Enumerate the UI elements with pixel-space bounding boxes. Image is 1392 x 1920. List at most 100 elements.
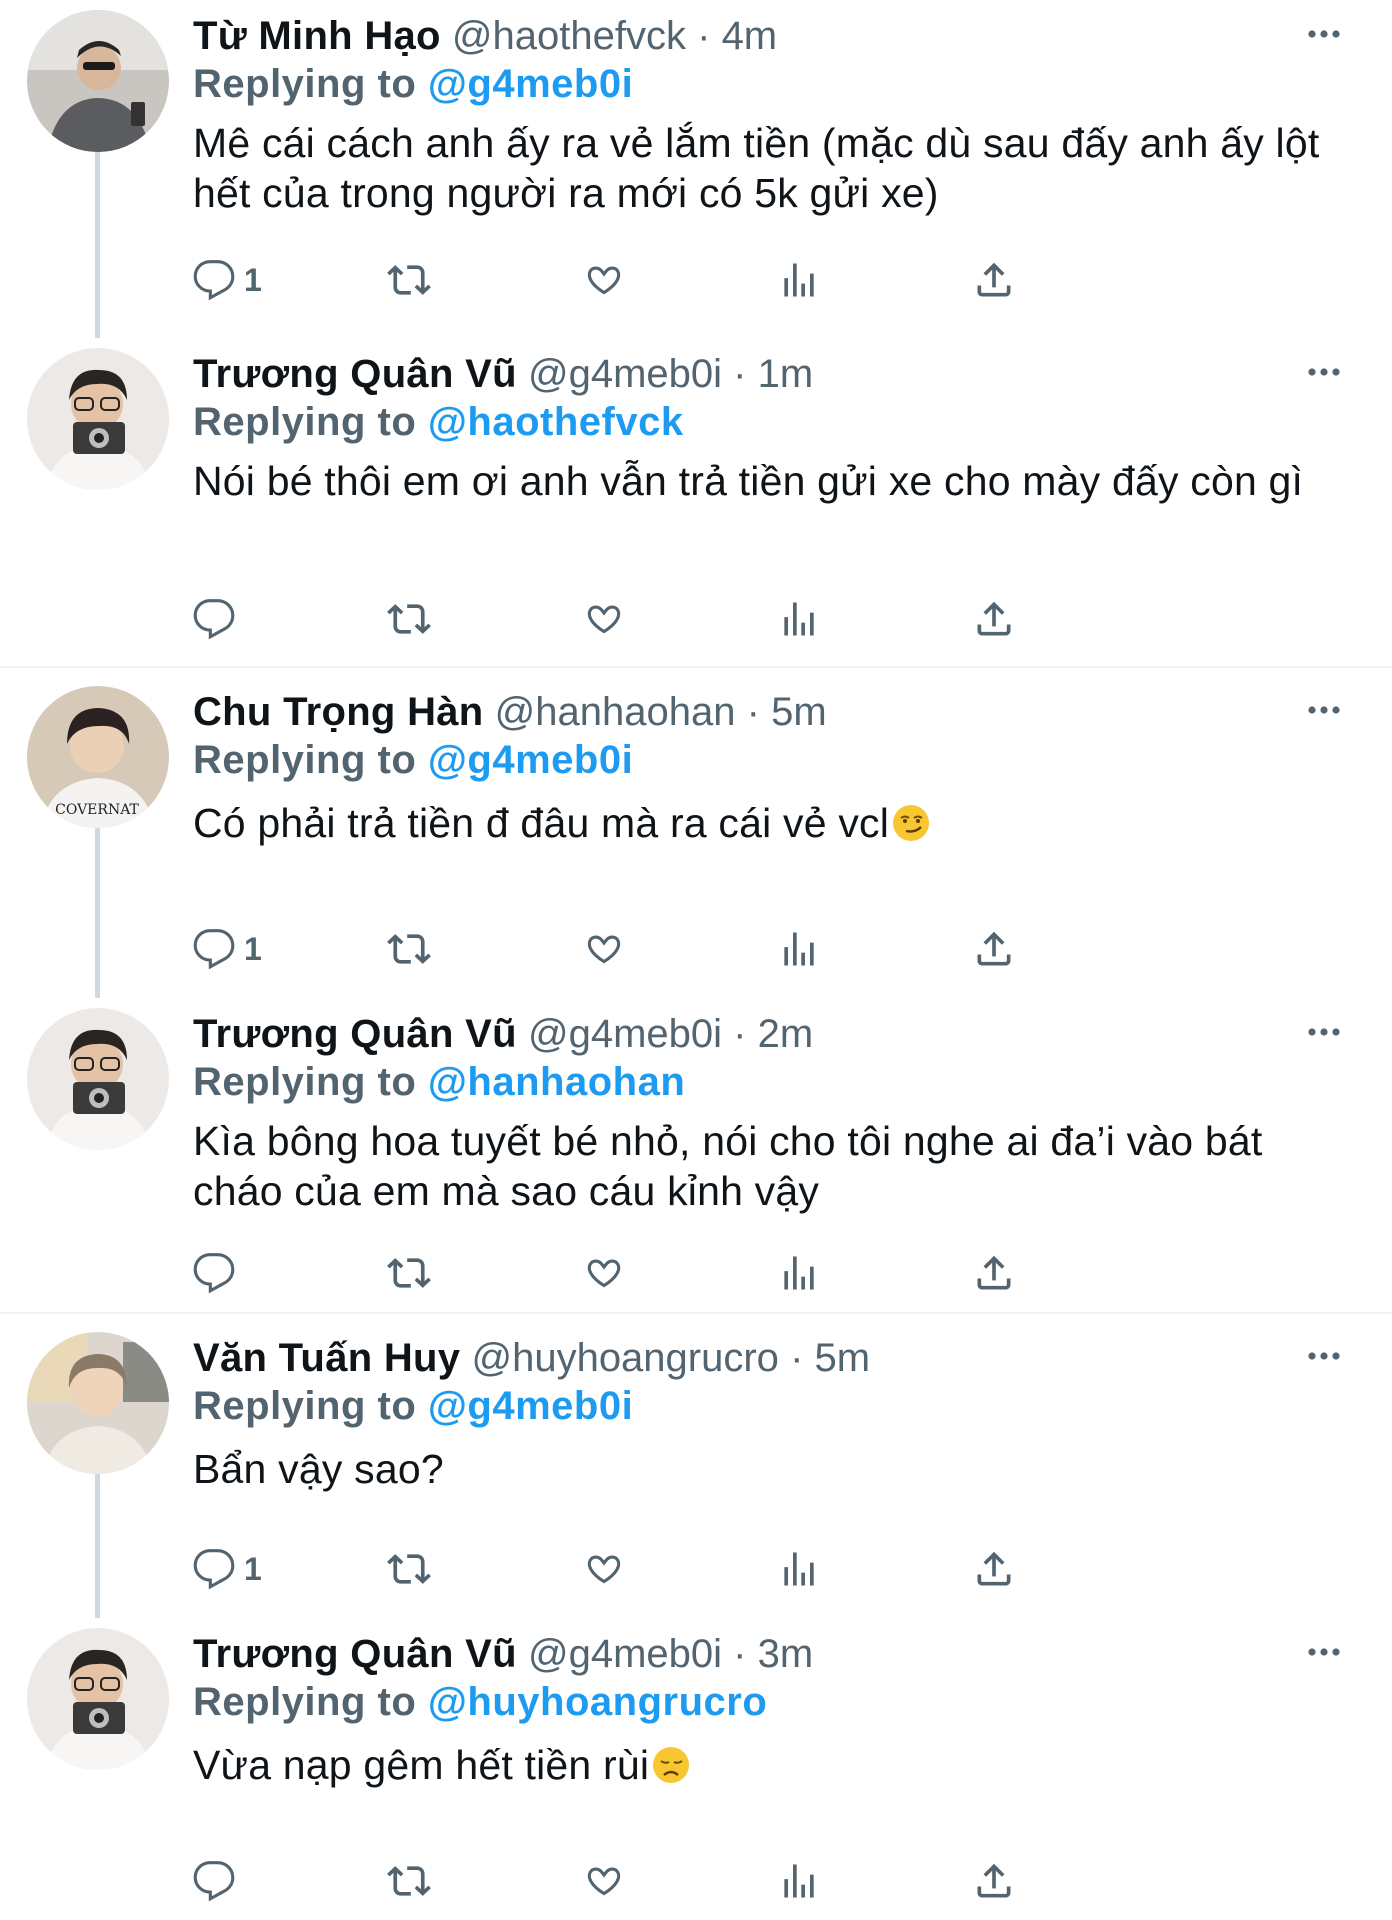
display-name[interactable]: Văn Tuấn Huy <box>193 1336 460 1380</box>
timestamp[interactable]: 5m <box>771 690 827 734</box>
replying-to-handle[interactable]: @haothefvck <box>428 400 684 444</box>
retweet-button[interactable] <box>387 1248 431 1298</box>
share-button[interactable] <box>972 594 1016 644</box>
timestamp[interactable]: 4m <box>722 14 778 58</box>
display-name[interactable]: Chu Trọng Hàn <box>193 690 484 734</box>
reply-button[interactable]: 1 <box>192 1544 262 1594</box>
avatar[interactable] <box>27 1008 169 1150</box>
more-icon[interactable] <box>1304 352 1344 392</box>
like-icon <box>582 258 626 302</box>
tweet-3[interactable]: COVERNAT Chu Trọng Hàn @hanhaohan · 5m R… <box>0 676 1392 998</box>
avatar[interactable] <box>27 1628 169 1770</box>
views-button[interactable] <box>777 1248 821 1298</box>
share-icon <box>972 258 1016 302</box>
tweet-1[interactable]: Từ Minh Hạo @haothefvck · 4m Replying to… <box>0 0 1392 338</box>
avatar[interactable] <box>27 348 169 490</box>
user-handle[interactable]: @g4meb0i <box>528 1012 722 1056</box>
like-button[interactable] <box>582 924 626 974</box>
tweet-text-content: Có phải trả tiền đ đâu mà ra cái vẻ vcl <box>193 800 890 846</box>
display-name[interactable]: Từ Minh Hạo <box>193 14 441 58</box>
timestamp[interactable]: 1m <box>758 352 814 396</box>
user-handle[interactable]: @hanhaohan <box>495 690 736 734</box>
replying-to-handle[interactable]: @huyhoangrucro <box>428 1680 767 1724</box>
more-icon[interactable] <box>1304 690 1344 730</box>
views-button[interactable] <box>777 594 821 644</box>
tweet-text-content: Mê cái cách anh ấy ra vẻ lắm tiền (mặc d… <box>193 120 1320 216</box>
reply-button[interactable] <box>192 1248 244 1298</box>
replying-to-label: Replying to <box>193 1384 417 1428</box>
like-button[interactable] <box>582 594 626 644</box>
views-button[interactable] <box>777 1856 821 1906</box>
tweet-text: Kìa bông hoa tuyết bé nhỏ, nói cho tôi n… <box>193 1116 1343 1216</box>
views-icon <box>777 1859 821 1903</box>
share-icon <box>972 1547 1016 1591</box>
retweet-icon <box>387 258 431 302</box>
user-handle[interactable]: @g4meb0i <box>528 1632 722 1676</box>
retweet-button[interactable] <box>387 1544 431 1594</box>
more-icon[interactable] <box>1304 1632 1344 1672</box>
separator-dot: · <box>733 1632 747 1676</box>
timestamp[interactable]: 3m <box>758 1632 814 1676</box>
thread-divider <box>0 666 1392 668</box>
like-button[interactable] <box>582 1856 626 1906</box>
views-icon <box>777 1547 821 1591</box>
more-icon[interactable] <box>1304 14 1344 54</box>
tweet-header: Văn Tuấn Huy @huyhoangrucro · 5m <box>193 1334 870 1382</box>
timestamp[interactable]: 5m <box>815 1336 871 1380</box>
user-handle[interactable]: @g4meb0i <box>528 352 722 396</box>
retweet-icon <box>387 1547 431 1591</box>
share-button[interactable] <box>972 255 1016 305</box>
separator-dot: · <box>733 1012 747 1056</box>
share-icon <box>972 597 1016 641</box>
views-button[interactable] <box>777 255 821 305</box>
reply-icon <box>192 1547 236 1591</box>
tweet-header: Trương Quân Vũ @g4meb0i · 1m <box>193 350 813 398</box>
reply-button[interactable] <box>192 1856 244 1906</box>
more-icon[interactable] <box>1304 1012 1344 1052</box>
share-button[interactable] <box>972 1248 1016 1298</box>
display-name[interactable]: Trương Quân Vũ <box>193 352 517 396</box>
action-bar: 1 <box>192 924 1212 974</box>
more-icon[interactable] <box>1304 1336 1344 1376</box>
replying-to-handle[interactable]: @g4meb0i <box>428 738 633 782</box>
views-icon <box>777 927 821 971</box>
views-button[interactable] <box>777 1544 821 1594</box>
like-button[interactable] <box>582 1248 626 1298</box>
display-name[interactable]: Trương Quân Vũ <box>193 1632 517 1676</box>
tweet-6[interactable]: Trương Quân Vũ @g4meb0i · 3m Replying to… <box>0 1618 1392 1920</box>
avatar[interactable] <box>27 1332 169 1474</box>
tweet-5[interactable]: Văn Tuấn Huy @huyhoangrucro · 5m Replyin… <box>0 1322 1392 1618</box>
user-handle[interactable]: @haothefvck <box>452 14 686 58</box>
replying-to-handle[interactable]: @g4meb0i <box>428 1384 633 1428</box>
avatar[interactable] <box>27 10 169 152</box>
reply-button[interactable] <box>192 594 244 644</box>
user-handle[interactable]: @huyhoangrucro <box>471 1336 778 1380</box>
replying-to-handle[interactable]: @hanhaohan <box>428 1060 685 1104</box>
tweet-4[interactable]: Trương Quân Vũ @g4meb0i · 2m Replying to… <box>0 998 1392 1320</box>
replying-to: Replying to @g4meb0i <box>193 60 633 108</box>
retweet-button[interactable] <box>387 1856 431 1906</box>
tweet-header: Trương Quân Vũ @g4meb0i · 2m <box>193 1010 813 1058</box>
retweet-button[interactable] <box>387 594 431 644</box>
display-name[interactable]: Trương Quân Vũ <box>193 1012 517 1056</box>
avatar[interactable]: COVERNAT <box>27 686 169 828</box>
timestamp[interactable]: 2m <box>758 1012 814 1056</box>
like-button[interactable] <box>582 255 626 305</box>
reply-icon <box>192 1859 236 1903</box>
share-button[interactable] <box>972 924 1016 974</box>
replying-to: Replying to @g4meb0i <box>193 736 633 784</box>
tweet-2[interactable]: Trương Quân Vũ @g4meb0i · 1m Replying to… <box>0 338 1392 668</box>
retweet-button[interactable] <box>387 255 431 305</box>
share-button[interactable] <box>972 1544 1016 1594</box>
like-button[interactable] <box>582 1544 626 1594</box>
retweet-button[interactable] <box>387 924 431 974</box>
replying-to-label: Replying to <box>193 62 417 106</box>
share-button[interactable] <box>972 1856 1016 1906</box>
views-button[interactable] <box>777 924 821 974</box>
replying-to: Replying to @haothefvck <box>193 398 684 446</box>
replying-to-handle[interactable]: @g4meb0i <box>428 62 633 106</box>
reply-count: 1 <box>244 930 262 967</box>
reply-button[interactable]: 1 <box>192 924 262 974</box>
replying-to: Replying to @huyhoangrucro <box>193 1678 767 1726</box>
reply-button[interactable]: 1 <box>192 255 262 305</box>
